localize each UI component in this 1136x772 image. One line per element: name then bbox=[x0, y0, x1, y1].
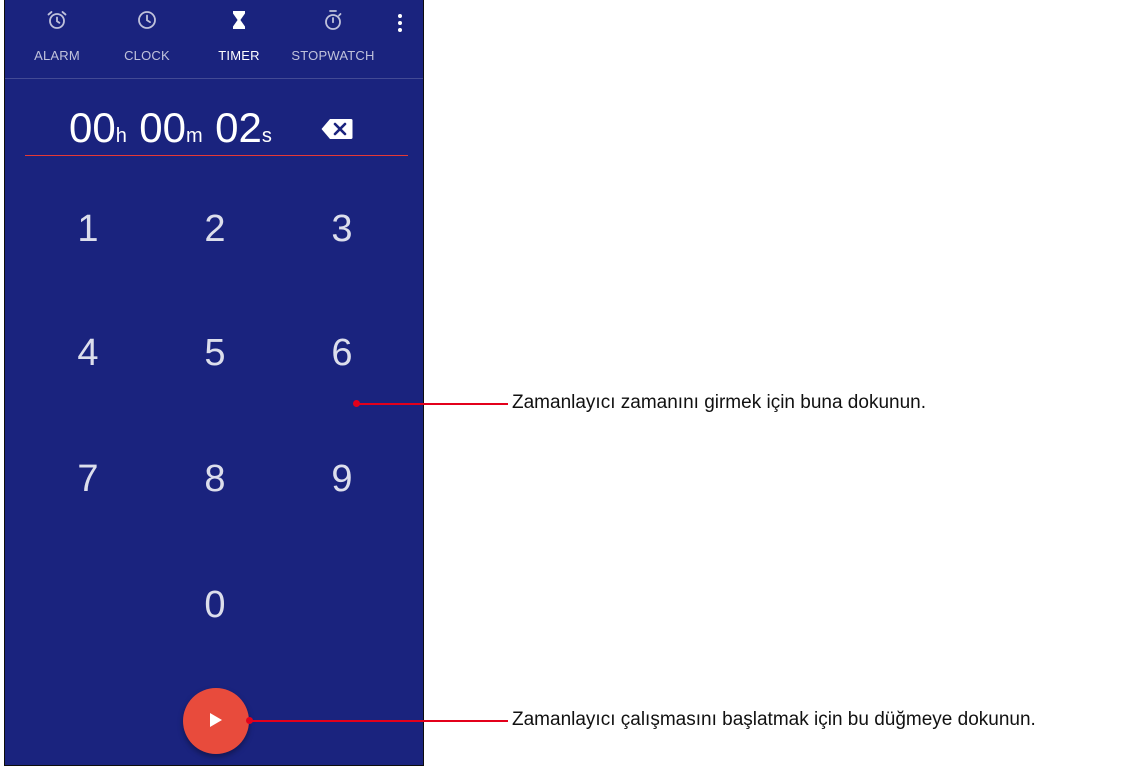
timer-minutes-unit: m bbox=[186, 125, 203, 147]
more-options-icon[interactable] bbox=[391, 14, 409, 42]
tab-alarm[interactable]: ALARM bbox=[17, 0, 97, 78]
tab-stopwatch[interactable]: STOPWATCH bbox=[283, 0, 383, 78]
backspace-icon[interactable] bbox=[321, 118, 353, 140]
timer-minutes: 00 bbox=[139, 104, 187, 151]
tab-timer[interactable]: TIMER bbox=[199, 0, 279, 78]
start-timer-button[interactable] bbox=[183, 688, 249, 754]
keypad-callout-text: Zamanlayıcı zamanını girmek için buna do… bbox=[512, 392, 926, 413]
timer-input-underline bbox=[25, 155, 408, 156]
stopwatch-icon bbox=[325, 10, 342, 30]
timer-hours: 00 bbox=[69, 104, 116, 151]
keypad-key-5[interactable]: 5 bbox=[175, 318, 255, 388]
keypad-key-1[interactable]: 1 bbox=[48, 194, 128, 264]
keypad-key-0[interactable]: 0 bbox=[175, 570, 255, 640]
tab-clock[interactable]: CLOCK bbox=[107, 0, 187, 78]
keypad-key-4[interactable]: 4 bbox=[48, 318, 128, 388]
keypad-key-3[interactable]: 3 bbox=[302, 194, 382, 264]
tab-label: ALARM bbox=[34, 48, 80, 63]
screenshot-stage: ALARM CLOCK TIMER STOPWATCH 00h 00m 02s … bbox=[0, 0, 1136, 772]
timer-seconds: 02 bbox=[215, 104, 262, 151]
timer-app-screen: ALARM CLOCK TIMER STOPWATCH 00h 00m 02s … bbox=[4, 0, 424, 766]
timer-seconds-unit: s bbox=[261, 125, 272, 147]
hourglass-icon bbox=[233, 11, 245, 29]
clock-icon bbox=[138, 11, 156, 29]
start-callout-text: Zamanlayıcı çalışmasını başlatmak için b… bbox=[512, 709, 1036, 730]
keypad-key-9[interactable]: 9 bbox=[302, 444, 382, 514]
keypad-key-7[interactable]: 7 bbox=[48, 444, 128, 514]
keypad-key-6[interactable]: 6 bbox=[302, 318, 382, 388]
alarm-icon bbox=[47, 11, 67, 29]
tab-label: STOPWATCH bbox=[291, 48, 375, 63]
start-callout-line bbox=[250, 720, 508, 722]
tab-bar: ALARM CLOCK TIMER STOPWATCH bbox=[5, 0, 423, 79]
keypad-key-2[interactable]: 2 bbox=[175, 194, 255, 264]
keypad-callout-line bbox=[358, 403, 508, 405]
play-icon bbox=[210, 713, 222, 727]
timer-time-readout: 00h 00m 02s bbox=[69, 104, 280, 152]
timer-display: 00h 00m 02s bbox=[5, 104, 423, 154]
tab-label: TIMER bbox=[218, 48, 260, 63]
keypad-key-8[interactable]: 8 bbox=[175, 444, 255, 514]
tab-label: CLOCK bbox=[124, 48, 170, 63]
timer-hours-unit: h bbox=[115, 125, 127, 147]
